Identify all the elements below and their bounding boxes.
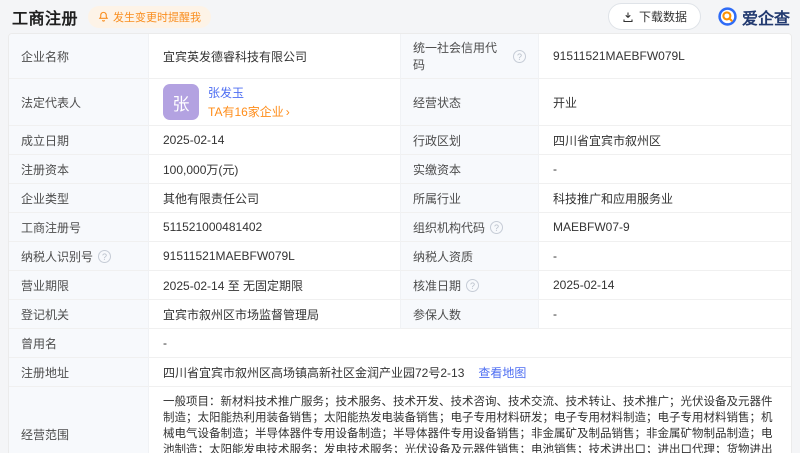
download-icon [623,12,633,22]
org-code-label: 组织机构代码? [401,213,539,242]
legal-rep-value: 张 张发玉 TA有16家企业 › [149,79,401,126]
reg-number-label: 工商注册号 [9,213,149,242]
legal-rep-label: 法定代表人 [9,79,149,126]
paid-capital-label: 实缴资本 [401,155,539,184]
org-code-value: MAEBFW07-9 [539,213,791,242]
download-data-button[interactable]: 下载数据 [607,3,701,30]
section-header: 工商注册 发生变更时提醒我 下载数据 爱企查 [0,0,800,33]
establish-date-value: 2025-02-14 [149,126,401,155]
reg-capital-value: 100,000万(元) [149,155,401,184]
status-value: 开业 [539,79,791,126]
taxpayer-qualification-value: - [539,242,791,271]
industry-label: 所属行业 [401,184,539,213]
insured-count-label: 参保人数 [401,300,539,329]
legal-rep-companies-link[interactable]: TA有16家企业 › [208,103,290,120]
help-icon[interactable]: ? [513,49,526,63]
company-type-value: 其他有限责任公司 [149,184,401,213]
section-title: 工商注册 [12,10,79,28]
credit-code-label: 统一社会信用代码? [401,34,539,79]
former-name-value: - [149,329,791,358]
download-data-label: 下载数据 [638,10,687,24]
establish-date-label: 成立日期 [9,126,149,155]
approval-date-label: 核准日期? [401,271,539,300]
business-term-value: 2025-02-14 至 无固定期限 [149,271,401,300]
division-label: 行政区划 [401,126,539,155]
business-scope-label: 经营范围 [9,387,149,453]
chevron-right-icon: › [285,104,290,119]
registration-info-card: 企业名称 宜宾英发德睿科技有限公司 统一社会信用代码? 91511521MAEB… [8,33,792,453]
address-value: 四川省宜宾市叙州区高场镇高新社区金润产业园72号2-13 查看地图 [149,358,791,387]
industry-value: 科技推广和应用服务业 [539,184,791,213]
business-scope-value: 一般项目：新材料技术推广服务；技术服务、技术开发、技术咨询、技术交流、技术转让、… [163,396,773,453]
company-name-label: 企业名称 [9,34,149,79]
registration-table: 企业名称 宜宾英发德睿科技有限公司 统一社会信用代码? 91511521MAEB… [9,34,791,453]
brand-name: 爱企查 [741,10,790,28]
reg-number-value: 511521000481402 [149,213,401,242]
help-icon[interactable]: ? [466,278,480,292]
address-label: 注册地址 [9,358,149,387]
company-name-value: 宜宾英发德睿科技有限公司 [149,34,401,79]
notify-change-button[interactable]: 发生变更时提醒我 [88,5,212,28]
taxpayer-id-value: 91511521MAEBFW079L [149,242,401,271]
help-icon[interactable]: ? [490,220,504,234]
taxpayer-qualification-label: 纳税人资质 [401,242,539,271]
brand-logo[interactable]: 爱企查 [717,5,790,29]
reg-authority-value: 宜宾市叙州区市场监督管理局 [149,300,401,329]
former-name-label: 曾用名 [9,329,149,358]
legal-rep-avatar: 张 [163,84,199,120]
notify-change-label: 发生变更时提醒我 [113,11,202,24]
credit-code-value: 91511521MAEBFW079L [539,34,791,79]
legal-rep-name-link[interactable]: 张发玉 [208,84,290,101]
help-icon[interactable]: ? [98,249,112,263]
division-value: 四川省宜宾市叙州区 [539,126,791,155]
taxpayer-id-label: 纳税人识别号? [9,242,149,271]
approval-date-value: 2025-02-14 [539,271,791,300]
business-term-label: 营业期限 [9,271,149,300]
brand-logo-icon [718,7,737,26]
paid-capital-value: - [539,155,791,184]
company-type-label: 企业类型 [9,184,149,213]
status-label: 经营状态 [401,79,539,126]
reg-authority-label: 登记机关 [9,300,149,329]
reg-capital-label: 注册资本 [9,155,149,184]
bell-icon [98,11,109,22]
insured-count-value: - [539,300,791,329]
view-map-link[interactable]: 查看地图 [478,364,526,381]
